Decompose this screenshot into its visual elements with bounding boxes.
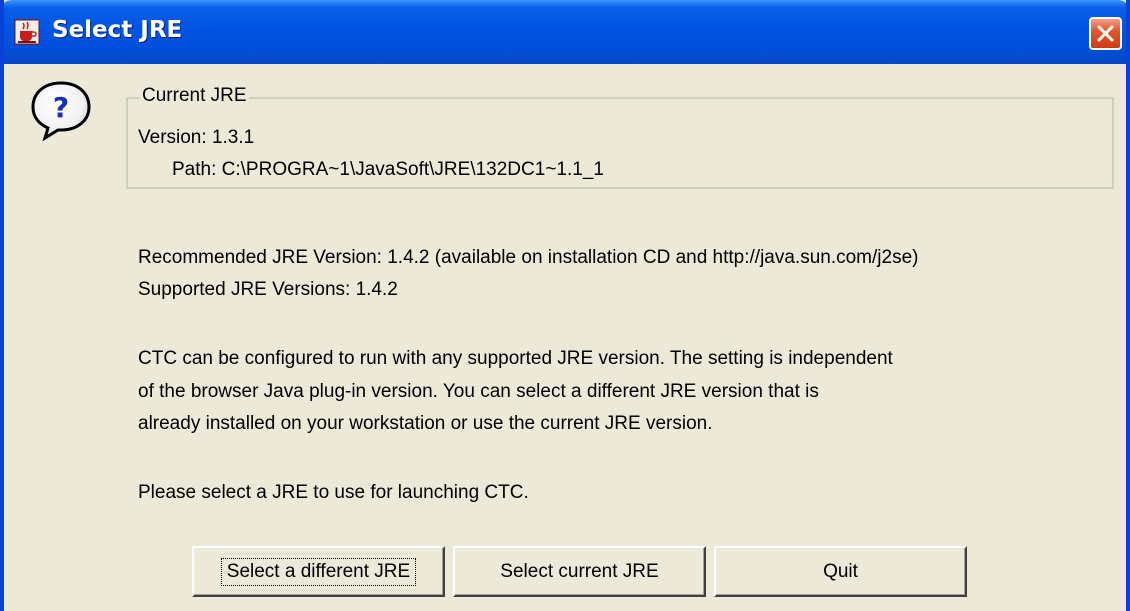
recommended-label: Recommended JRE Version: <box>138 247 382 268</box>
quit-button[interactable]: Quit <box>714 546 967 597</box>
description-line-2: of the browser Java plug-in version. You… <box>138 381 819 402</box>
supported-value: 1.4.2 <box>355 279 398 300</box>
select-different-jre-button[interactable]: Select a different JRE <box>192 546 445 597</box>
select-current-jre-label: Select current JRE <box>500 560 659 582</box>
svg-text:?: ? <box>53 91 69 124</box>
supported-label: Supported JRE Versions: <box>138 279 351 300</box>
select-prompt: Please select a JRE to use for launching… <box>138 482 529 503</box>
current-jre-group-title: Current JRE <box>140 84 249 108</box>
description-line-3: already installed on your workstation or… <box>138 413 713 434</box>
quit-label: Quit <box>823 560 858 582</box>
path-value: C:\PROGRA~1\JavaSoft\JRE\132DC1~1.1_1 <box>221 159 604 180</box>
dialog-content: ? Current JRE Version: 1.3.1 Path: C:\PR… <box>4 64 1126 611</box>
window-title: Select JRE <box>52 17 183 43</box>
description-line-1: CTC can be configured to run with any su… <box>138 348 893 369</box>
path-label: Path: <box>172 159 217 180</box>
java-cup-icon <box>14 19 40 45</box>
version-label: Version: <box>138 127 207 148</box>
select-different-jre-label: Select a different JRE <box>220 557 417 586</box>
supported-versions: Supported JRE Versions: 1.4.2 <box>138 278 398 302</box>
close-icon <box>1097 25 1114 42</box>
version-row: Version: 1.3.1 <box>138 126 254 150</box>
close-button[interactable] <box>1089 17 1122 50</box>
select-current-jre-button[interactable]: Select current JRE <box>453 546 706 597</box>
title-bar[interactable]: Select JRE <box>4 0 1126 64</box>
question-icon: ? <box>31 81 91 142</box>
select-jre-dialog: Select JRE ? Current JRE Version: 1.3.1 <box>0 0 1130 611</box>
version-value: 1.3.1 <box>211 127 255 148</box>
path-row: Path: C:\PROGRA~1\JavaSoft\JRE\132DC1~1.… <box>172 158 604 182</box>
recommended-version: Recommended JRE Version: 1.4.2 (availabl… <box>138 246 918 270</box>
recommended-value: 1.4.2 (available on installation CD and … <box>387 247 919 268</box>
